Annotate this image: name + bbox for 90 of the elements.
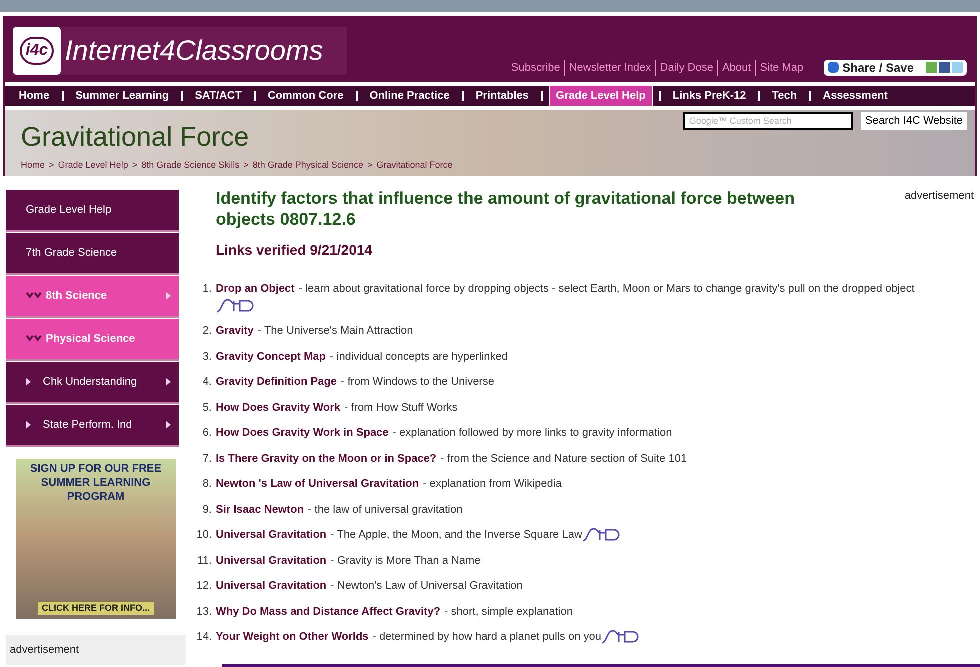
- nav-tab[interactable]: Online Practice: [364, 86, 456, 106]
- list-number: 8.: [202, 477, 213, 492]
- triangle-right-icon: [26, 378, 31, 386]
- list-number: 1.: [202, 282, 213, 297]
- list-number: 4.: [202, 375, 213, 390]
- link-description: - from How Stuff Works: [344, 402, 458, 414]
- breadcrumb-link[interactable]: Grade Level Help: [58, 158, 128, 172]
- sidebar-item[interactable]: Chk Understanding: [6, 362, 179, 404]
- search-field[interactable]: Google™ Custom Search: [683, 112, 854, 130]
- resource-link[interactable]: Gravity Definition Page: [216, 376, 338, 388]
- link-description: - The Apple, the Moon, and the Inverse Square Law: [330, 529, 582, 541]
- link-description: - short, simple explanation: [444, 606, 573, 618]
- list-number: 3.: [202, 350, 213, 364]
- nav-tab[interactable]: Common Core: [262, 86, 350, 106]
- list-number: 11.: [196, 554, 213, 568]
- link-description: - determined by how hard a planet pulls on you: [372, 631, 602, 643]
- sidebar-item[interactable]: 7th Grade Science: [6, 233, 179, 275]
- resource-link[interactable]: Universal Gravitation: [216, 554, 327, 566]
- section-heading: Identify factors that influence the amount of gravitational force between objects 0807.12.6: [216, 188, 796, 230]
- nav-tab[interactable]: Home: [13, 86, 56, 106]
- list-number: 12.: [196, 579, 213, 594]
- breadcrumb-link[interactable]: 8th Grade Physical Science: [252, 158, 364, 172]
- promo-cta: CLICK HERE FOR INFO...: [38, 602, 154, 615]
- header-link[interactable]: Subscribe: [507, 60, 566, 76]
- page-title: Gravitational Force: [21, 124, 250, 150]
- list-number: 7.: [202, 452, 213, 466]
- resource-link[interactable]: Universal Gravitation: [216, 529, 327, 541]
- header-link[interactable]: Newsletter Index: [565, 60, 656, 76]
- link-description: - explanation from Wikipedia: [423, 478, 562, 490]
- nav-tab[interactable]: SAT/ACT: [189, 86, 248, 106]
- resource-link[interactable]: Sir Isaac Newton: [216, 504, 304, 516]
- resource-link[interactable]: Universal Gravitation: [216, 580, 327, 592]
- social-icons: [926, 62, 963, 74]
- nav-tab[interactable]: Grade Level Help: [549, 84, 653, 108]
- share-button[interactable]: Share / Save: [824, 60, 967, 76]
- header-link[interactable]: Daily Dose: [656, 60, 718, 76]
- advertisement-label: advertisement: [10, 642, 80, 658]
- promo-banner[interactable]: SIGN UP FOR OUR FREE SUMMER LEARNING PROGRAM CLICK HERE FOR INFO...: [16, 459, 176, 619]
- link-description: - from Windows to the Universe: [341, 376, 494, 388]
- breadcrumb-separator: >: [244, 158, 249, 172]
- list-number: 5.: [202, 400, 213, 416]
- link-description: - learn about gravitational force by dropping objects - select Earth, Moon or Mars to change gravity's pull on the dropped object: [298, 283, 915, 295]
- list-number: 13.: [196, 604, 213, 620]
- resource-link[interactable]: How Does Gravity Work in Space: [216, 427, 389, 439]
- resource-link[interactable]: Drop an Object: [216, 283, 295, 295]
- sidebar-item[interactable]: State Perform. Ind: [6, 405, 179, 447]
- link-description: - the law of universal gravitation: [308, 504, 463, 516]
- resource-link[interactable]: How Does Gravity Work: [216, 402, 340, 414]
- promo-headline: SIGN UP FOR OUR FREE SUMMER LEARNING PROGRAM: [29, 463, 163, 504]
- sidebar-item[interactable]: Physical Science: [6, 319, 179, 361]
- list-number: 14.: [196, 630, 213, 645]
- header-link[interactable]: About: [718, 60, 756, 76]
- list-number: 2.: [202, 324, 213, 339]
- nav-tab[interactable]: Links PreK-12: [666, 86, 752, 106]
- double-chevron-icon: [26, 335, 42, 343]
- header-link[interactable]: Site Map: [756, 60, 808, 76]
- breadcrumb-separator: >: [132, 158, 138, 172]
- nav-tab[interactable]: Tech: [766, 86, 804, 106]
- resource-link[interactable]: Gravity Concept Map: [216, 350, 326, 362]
- link-description: - individual concepts are hyperlinked: [330, 350, 508, 362]
- search-button[interactable]: Search I4C Website: [861, 112, 967, 130]
- nav-tab[interactable]: Assessment: [817, 86, 894, 106]
- breadcrumb-link[interactable]: 8th Grade Science Skills: [142, 158, 240, 172]
- breadcrumb-link[interactable]: Gravitational Force: [376, 158, 453, 172]
- list-number: 6.: [202, 426, 213, 441]
- resource-link[interactable]: Newton 's Law of Universal Gravitation: [216, 478, 420, 490]
- resource-link[interactable]: Why Do Mass and Distance Affect Gravity?: [216, 606, 441, 618]
- nav-tab[interactable]: Printables: [470, 86, 536, 106]
- resource-link[interactable]: Is There Gravity on the Moon or in Space?: [216, 452, 437, 464]
- breadcrumb-separator: >: [367, 158, 373, 172]
- breadcrumb-link[interactable]: Home: [21, 158, 46, 172]
- site-name: Internet4Classrooms: [65, 34, 324, 68]
- sidebar-item[interactable]: 8th Science: [6, 276, 179, 318]
- triangle-right-icon: [26, 421, 31, 429]
- link-description: - The Universe's Main Attraction: [258, 325, 414, 337]
- links-verified: Links verified 9/21/2014: [216, 241, 374, 260]
- list-number: 10.: [196, 528, 213, 543]
- link-description: - from the Science and Nature section of Suite 101: [440, 452, 688, 464]
- link-description: - explanation followed by more links to gravity information: [392, 427, 672, 439]
- link-description: - Gravity is More Than a Name: [330, 554, 481, 566]
- resource-link[interactable]: Your Weight on Other Worlds: [216, 631, 369, 643]
- sidebar-item[interactable]: Grade Level Help: [6, 190, 179, 232]
- nav-tab[interactable]: Summer Learning: [70, 86, 176, 106]
- double-chevron-icon: [26, 292, 42, 300]
- resource-link[interactable]: Gravity: [216, 325, 254, 337]
- breadcrumb-separator: >: [49, 158, 54, 172]
- logo-mark: i4c: [20, 37, 54, 65]
- advertisement-label: advertisement: [904, 189, 974, 204]
- link-description: - Newton's Law of Universal Gravitation: [330, 580, 523, 592]
- list-number: 9.: [202, 502, 213, 518]
